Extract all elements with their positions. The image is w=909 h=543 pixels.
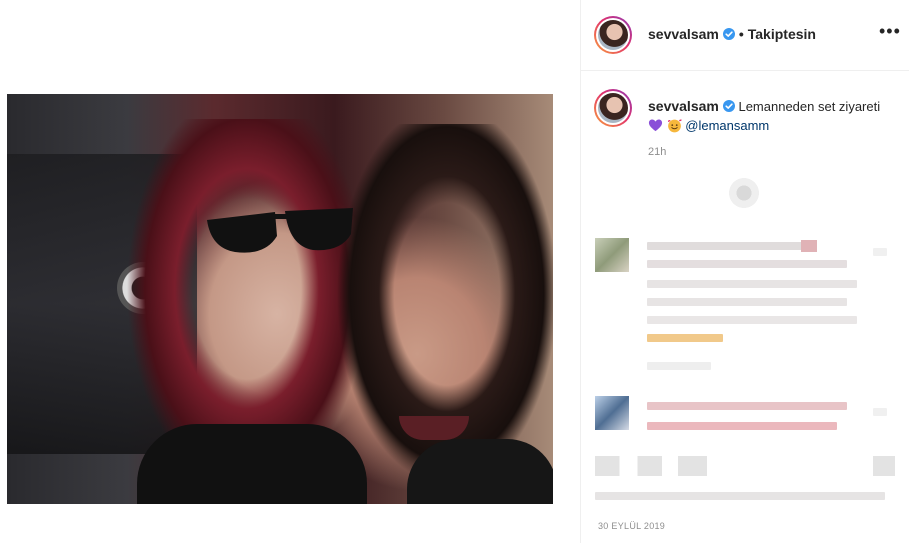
post-date[interactable]: 30 EYLÜL 2019 xyxy=(598,521,665,531)
caption-text: sevvalsam Lemanneden set ziyareti @leman… xyxy=(648,97,893,135)
sunglasses xyxy=(207,208,353,253)
header-user-line: sevvalsam • Takiptesin xyxy=(648,26,816,42)
post-time[interactable]: 21h xyxy=(648,146,666,158)
purple-heart-icon xyxy=(648,119,663,132)
verified-badge-icon xyxy=(722,100,735,112)
caption: sevvalsam Lemanneden set ziyareti @leman… xyxy=(581,70,909,160)
post-sidebar: sevvalsam • Takiptesin ••• sevvalsam Leman… xyxy=(580,0,909,543)
more-options-icon[interactable]: ••• xyxy=(879,22,900,44)
photo-pane xyxy=(0,0,580,543)
caption-avatar[interactable] xyxy=(594,89,632,127)
blurred-comment-line xyxy=(647,422,837,430)
verified-badge-icon xyxy=(722,28,735,40)
striped-top xyxy=(407,439,553,504)
follow-status[interactable]: Takiptesin xyxy=(748,26,816,42)
blurred-comment-emoji-row xyxy=(647,334,723,342)
mention-link[interactable]: @lemansamm xyxy=(685,118,769,133)
caption-username[interactable]: sevvalsam xyxy=(648,98,719,114)
blurred-likes-line xyxy=(595,492,885,500)
blurred-comment-line xyxy=(647,402,847,410)
blurred-comment-line xyxy=(647,242,817,250)
blurred-like xyxy=(873,248,887,256)
post-photo[interactable] xyxy=(7,94,553,504)
blurred-comment-avatar xyxy=(595,238,629,272)
avatar[interactable] xyxy=(594,16,632,54)
separator-dot: • xyxy=(738,26,744,42)
blurred-comment-mark xyxy=(801,240,817,252)
blurred-comment-line xyxy=(647,280,857,288)
black-top xyxy=(137,424,367,504)
username-link[interactable]: sevvalsam xyxy=(648,26,719,42)
smiling-face-with-hearts-icon xyxy=(667,119,682,133)
blurred-comment-line xyxy=(647,298,847,306)
blurred-comment-avatar xyxy=(595,396,629,430)
post-header: sevvalsam • Takiptesin ••• xyxy=(581,0,909,71)
blurred-comment-meta xyxy=(647,362,711,370)
blurred-load-icon xyxy=(729,178,759,208)
caption-description: Lemanneden set ziyareti xyxy=(738,99,881,114)
blurred-comment-line xyxy=(647,260,847,268)
blurred-like xyxy=(873,408,887,416)
blurred-actions xyxy=(595,456,707,476)
blurred-save xyxy=(873,456,895,476)
blurred-comment-line xyxy=(647,316,857,324)
